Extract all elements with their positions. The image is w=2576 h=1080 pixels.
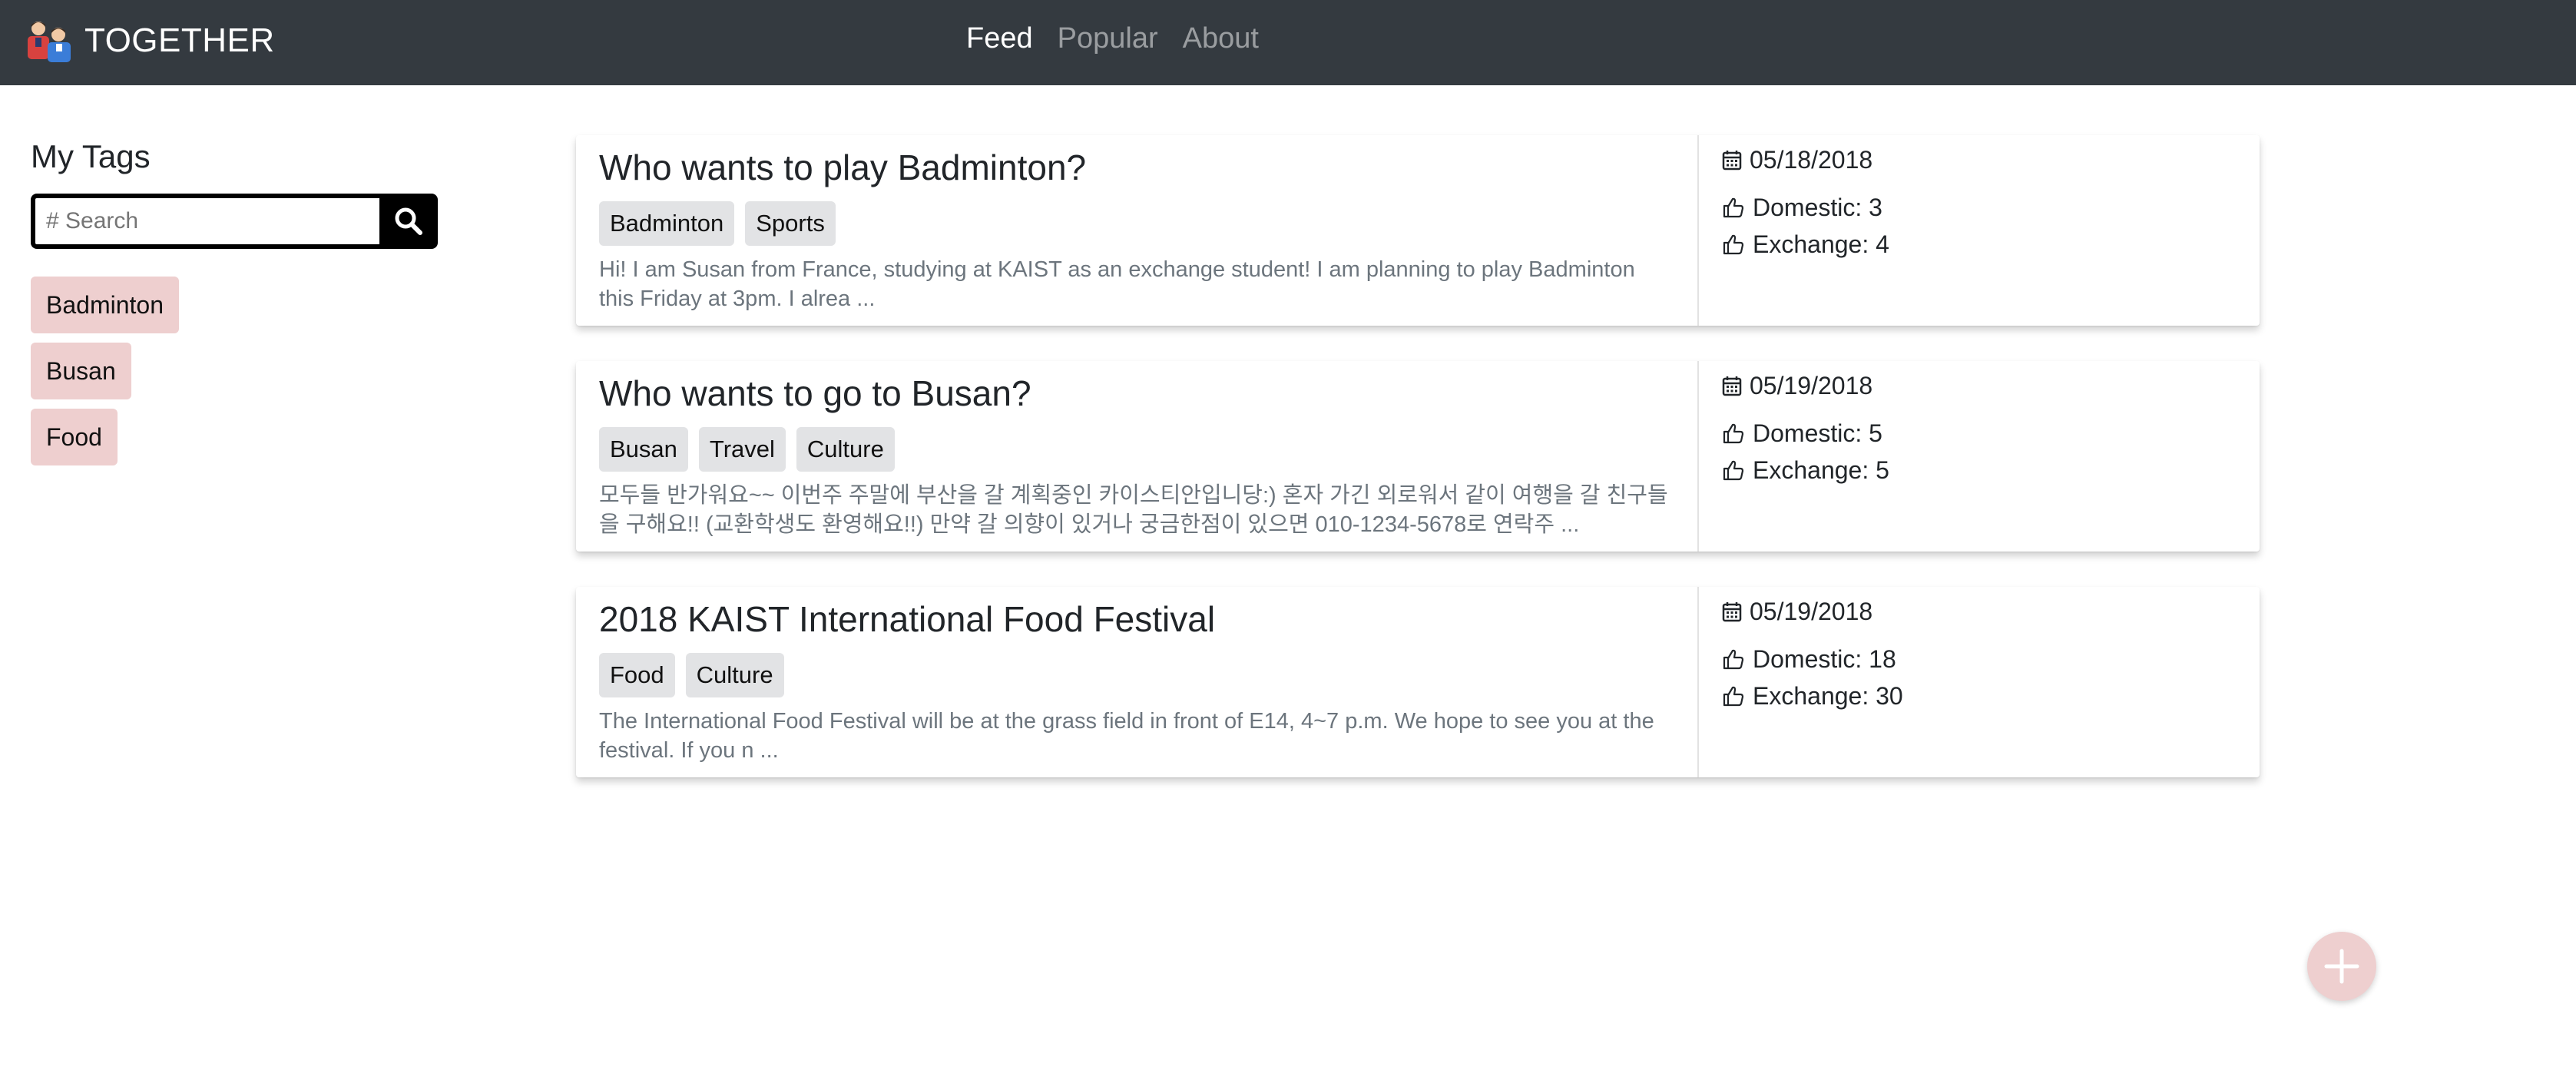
post-tag[interactable]: Culture [685, 653, 784, 697]
exchange-likes: Exchange: 4 [1753, 230, 1889, 258]
exchange-likes-row[interactable]: Exchange: 4 [1722, 226, 2237, 263]
my-tag-busan[interactable]: Busan [31, 343, 131, 399]
post-main: Who wants to go to Busan? Busan Travel C… [576, 361, 1699, 552]
post-tag[interactable]: Culture [796, 427, 895, 472]
thumbs-up-icon [1723, 649, 1744, 670]
domestic-likes: Domestic: 3 [1753, 193, 1882, 221]
post-excerpt: Hi! I am Susan from France, studying at … [599, 257, 1635, 311]
post-tags: Busan Travel Culture [599, 427, 1674, 472]
tag-search [31, 194, 438, 249]
post-main: 2018 KAIST International Food Festival F… [576, 587, 1699, 777]
tag-search-input[interactable] [31, 194, 379, 249]
nav-about[interactable]: About [1183, 22, 1259, 55]
post-date-row: 05/19/2018 [1722, 587, 2237, 636]
calendar-icon [1722, 151, 1742, 171]
post-tag[interactable]: Travel [698, 427, 786, 472]
nav-links: Feed Popular About [966, 0, 1283, 77]
my-tag-badminton[interactable]: Badminton [31, 277, 179, 333]
post-date: 05/18/2018 [1750, 145, 1873, 174]
post-tag[interactable]: Busan [599, 427, 688, 472]
sidebar-title: My Tags [31, 138, 151, 174]
post-meta: 05/19/2018 Domestic: 18 Exchange: 30 [1699, 587, 2260, 777]
post-card[interactable]: Who wants to play Badminton? Badminton S… [576, 135, 2260, 326]
domestic-likes: Domestic: 5 [1753, 419, 1882, 447]
post-meta: 05/19/2018 Domestic: 5 Exchange: 5 [1699, 361, 2260, 552]
thumbs-up-icon [1723, 686, 1744, 707]
add-post-button[interactable] [2307, 932, 2376, 1001]
post-tag[interactable]: Food [599, 653, 675, 697]
domestic-likes-row[interactable]: Domestic: 18 [1722, 641, 2237, 677]
post-title[interactable]: 2018 KAIST International Food Festival [599, 587, 1674, 650]
navbar: TOGETHER Feed Popular About [0, 0, 2576, 85]
people-logo-icon [28, 22, 71, 62]
post-excerpt: The International Food Festival will be … [599, 709, 1654, 763]
brand-link[interactable]: TOGETHER [23, 14, 275, 68]
brand-title: TOGETHER [84, 22, 275, 59]
plus-icon [2324, 949, 2359, 984]
sidebar: My Tags Badminton Busan Food [31, 135, 461, 475]
post-date: 05/19/2018 [1750, 597, 1873, 625]
post-tags: Food Culture [599, 653, 1674, 697]
post-date-row: 05/19/2018 [1722, 361, 2237, 410]
post-likes: Domestic: 18 Exchange: 30 [1722, 641, 2237, 714]
post-main: Who wants to play Badminton? Badminton S… [576, 135, 1699, 326]
my-tag-list: Badminton Busan Food [31, 277, 461, 465]
thumbs-up-icon [1723, 423, 1744, 444]
thumbs-up-icon [1723, 460, 1744, 481]
post-likes: Domestic: 5 Exchange: 5 [1722, 415, 2237, 489]
post-card[interactable]: 2018 KAIST International Food Festival F… [576, 587, 2260, 777]
domestic-likes-row[interactable]: Domestic: 5 [1722, 415, 2237, 452]
exchange-likes: Exchange: 5 [1753, 456, 1889, 484]
feed: Who wants to play Badminton? Badminton S… [576, 135, 2260, 813]
exchange-likes: Exchange: 30 [1753, 681, 1903, 710]
post-card[interactable]: Who wants to go to Busan? Busan Travel C… [576, 361, 2260, 552]
post-meta: 05/18/2018 Domestic: 3 Exchange: 4 [1699, 135, 2260, 326]
search-button[interactable] [379, 194, 438, 249]
post-tag[interactable]: Badminton [599, 201, 735, 246]
calendar-icon [1722, 376, 1742, 396]
domestic-likes-row[interactable]: Domestic: 3 [1722, 189, 2237, 226]
post-title[interactable]: Who wants to go to Busan? [599, 361, 1674, 424]
domestic-likes: Domestic: 18 [1753, 644, 1896, 673]
post-date-row: 05/18/2018 [1722, 135, 2237, 184]
exchange-likes-row[interactable]: Exchange: 5 [1722, 452, 2237, 489]
search-icon [395, 207, 422, 235]
calendar-icon [1722, 602, 1742, 622]
post-tags: Badminton Sports [599, 201, 1674, 246]
thumbs-up-icon [1723, 197, 1744, 218]
post-likes: Domestic: 3 Exchange: 4 [1722, 189, 2237, 263]
my-tag-food[interactable]: Food [31, 409, 118, 465]
nav-feed[interactable]: Feed [966, 22, 1033, 55]
exchange-likes-row[interactable]: Exchange: 30 [1722, 677, 2237, 714]
thumbs-up-icon [1723, 234, 1744, 255]
nav-popular[interactable]: Popular [1058, 22, 1158, 55]
post-date: 05/19/2018 [1750, 371, 1873, 399]
post-title[interactable]: Who wants to play Badminton? [599, 135, 1674, 198]
post-tag[interactable]: Sports [745, 201, 836, 246]
post-excerpt: 모두들 반가워요~~ 이번주 주말에 부산을 갈 계획중인 카이스티안입니당:)… [599, 483, 1668, 537]
